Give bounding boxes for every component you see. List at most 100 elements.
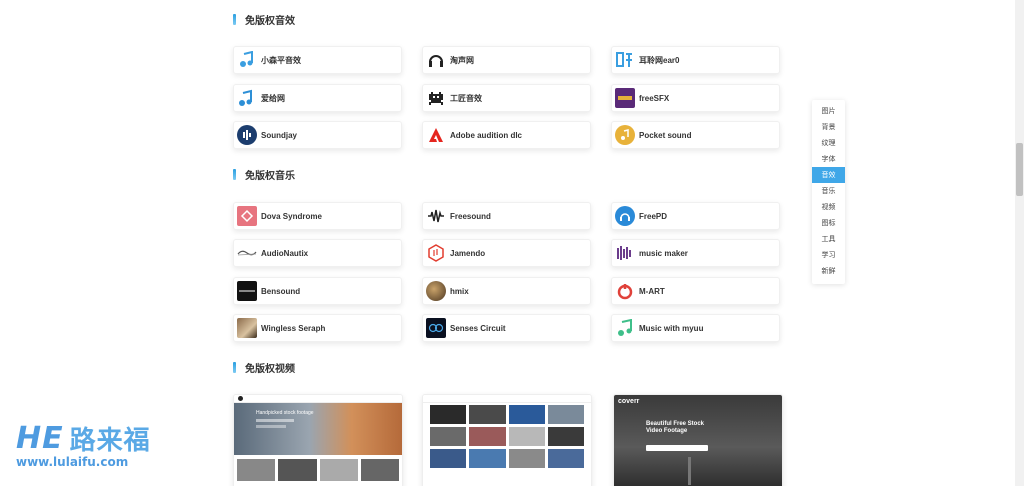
section-bar [233, 362, 236, 373]
card-label: music maker [639, 248, 688, 258]
card-label: Pocket sound [639, 130, 692, 140]
adobe-logo-icon [426, 125, 446, 145]
card-bensound[interactable]: Bensound [233, 277, 402, 305]
audionautix-logo-icon [237, 243, 257, 263]
ear0-logo-icon [615, 50, 635, 70]
category-sidenav: 图片 背景 纹理 字体 音效 音乐 视频 图标 工具 学习 新鲜 [812, 100, 845, 284]
thumb-hero-image: coverr Beautiful Free Stock Video Footag… [614, 395, 782, 486]
soundjay-logo-icon [237, 125, 257, 145]
card-hmix[interactable]: hmix [422, 277, 591, 305]
card-music-with-myuu[interactable]: Music with myuu [611, 314, 780, 342]
section-title-music: 免版权音乐 [233, 167, 295, 182]
card-wingless-seraph[interactable]: Wingless Seraph [233, 314, 402, 342]
section-bar [233, 169, 236, 180]
card-aigei[interactable]: 爱给网 [233, 84, 402, 112]
card-label: freeSFX [639, 93, 670, 103]
logo-url: www.lulaifu.com [16, 455, 129, 469]
sidenav-item-tools[interactable]: 工具 [812, 231, 845, 247]
sidenav-item-images[interactable]: 图片 [812, 103, 845, 119]
logo-name: 路来福 [69, 426, 151, 456]
thumb-grid [423, 403, 591, 470]
card-label: AudioNautix [261, 248, 309, 258]
section-title-text: 免版权音效 [245, 16, 295, 27]
bensound-logo-icon [237, 281, 257, 301]
card-taosheng[interactable]: 淘声网 [422, 46, 591, 74]
sidenav-item-fresh[interactable]: 新鲜 [812, 263, 845, 279]
section-bar [233, 14, 236, 25]
card-label: M-ART [639, 286, 665, 296]
m-art-logo-icon [615, 281, 635, 301]
card-soundjay[interactable]: Soundjay [233, 121, 402, 149]
thumb-search-bar [646, 445, 708, 451]
card-label: Bensound [261, 286, 301, 296]
thumb-headline: Beautiful Free Stock Video Footage [646, 421, 705, 434]
card-label: Music with myuu [639, 323, 704, 333]
card-dova-syndrome[interactable]: Dova Syndrome [233, 202, 402, 230]
sidenav-item-sound-effects[interactable]: 音效 [812, 167, 845, 183]
card-freesound[interactable]: Freesound [422, 202, 591, 230]
video-thumb-3[interactable]: coverr Beautiful Free Stock Video Footag… [613, 394, 783, 486]
sidenav-item-fonts[interactable]: 字体 [812, 151, 845, 167]
section-title-text: 免版权视频 [245, 364, 295, 375]
card-label: Dova Syndrome [261, 211, 322, 221]
thumb-navbar [423, 395, 591, 403]
card-ear0[interactable]: 耳聆网ear0 [611, 46, 780, 74]
thumb-brand: coverr [618, 398, 640, 405]
logo-wordmark: HE 路来福 [16, 420, 151, 457]
card-audionautix[interactable]: AudioNautix [233, 239, 402, 267]
card-freepd[interactable]: FreePD [611, 202, 780, 230]
section-title-text: 免版权音乐 [245, 171, 295, 182]
sidenav-item-learning[interactable]: 学习 [812, 247, 845, 263]
card-gongjiang[interactable]: 工匠音效 [422, 84, 591, 112]
card-label: Jamendo [450, 248, 486, 258]
card-label: 淘声网 [450, 55, 474, 65]
page-scrollbar[interactable] [1015, 0, 1024, 486]
music-note-icon [237, 88, 257, 108]
headphones-icon [615, 206, 635, 226]
section-title-video: 免版权视频 [233, 360, 295, 375]
hmix-logo-icon [426, 281, 446, 301]
wingless-seraph-logo-icon [237, 318, 257, 338]
waveform-icon [426, 206, 446, 226]
card-freesfx[interactable]: freeSFX [611, 84, 780, 112]
senses-circuit-logo-icon [426, 318, 446, 338]
card-label: Senses Circuit [450, 323, 506, 333]
sidenav-item-textures[interactable]: 纹理 [812, 135, 845, 151]
logo-mark: HE [16, 421, 64, 456]
card-adobe-audition-dlc[interactable]: Adobe audition dlc [422, 121, 591, 149]
card-jamendo[interactable]: Jamendo [422, 239, 591, 267]
jamendo-logo-icon [426, 243, 446, 263]
card-label: Freesound [450, 211, 491, 221]
space-invader-icon [426, 88, 446, 108]
video-thumb-1[interactable]: Handpicked stock footage [233, 394, 403, 486]
card-label: Soundjay [261, 130, 298, 140]
card-label: 小森平音效 [261, 55, 301, 65]
equalizer-icon [615, 243, 635, 263]
dova-logo-icon [237, 206, 257, 226]
sidenav-item-backgrounds[interactable]: 背景 [812, 119, 845, 135]
scrollbar-thumb[interactable] [1016, 143, 1023, 196]
freesfx-logo-icon [615, 88, 635, 108]
video-thumb-2[interactable] [422, 394, 592, 486]
card-label: FreePD [639, 211, 668, 221]
thumb-navbar [234, 395, 402, 403]
card-label: hmix [450, 286, 469, 296]
music-note-icon [237, 50, 257, 70]
section-title-sound-effects: 免版权音效 [233, 12, 295, 27]
sidenav-item-music[interactable]: 音乐 [812, 183, 845, 199]
sidenav-item-icons[interactable]: 图标 [812, 215, 845, 231]
thumb-hero-image: Handpicked stock footage [234, 403, 402, 455]
sidenav-item-video[interactable]: 视频 [812, 199, 845, 215]
card-label: 工匠音效 [450, 93, 482, 103]
card-senses-circuit[interactable]: Senses Circuit [422, 314, 591, 342]
card-pocket-sound[interactable]: Pocket sound [611, 121, 780, 149]
card-music-maker[interactable]: music maker [611, 239, 780, 267]
card-label: Adobe audition dlc [450, 130, 522, 140]
thumb-statue [688, 457, 691, 485]
card-label: Wingless Seraph [261, 323, 326, 333]
music-note-icon [615, 125, 635, 145]
card-label: 耳聆网ear0 [639, 55, 680, 65]
site-watermark-logo: HE 路来福 www.lulaifu.com [16, 420, 151, 469]
card-m-art[interactable]: M-ART [611, 277, 780, 305]
card-xiaosenping[interactable]: 小森平音效 [233, 46, 402, 74]
